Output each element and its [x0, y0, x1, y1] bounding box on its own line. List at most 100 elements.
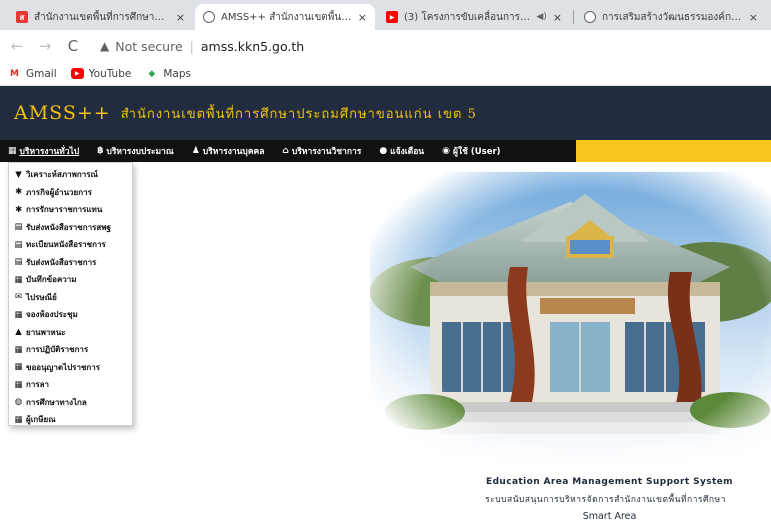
- grid-icon: ▦: [14, 414, 23, 425]
- dropdown-item-label: การลา: [26, 380, 50, 390]
- user-icon: ♟: [191, 146, 200, 156]
- dropdown-item-distance-learning[interactable]: ◍ การศึกษาทางไกล: [9, 394, 132, 412]
- dropdown-item-label: ทะเบียนหนังสือราชการ: [26, 240, 106, 250]
- dropdown-item-situation-analysis[interactable]: ▼ วิเคราะห์สภาพการณ์: [9, 166, 132, 184]
- globe-favicon-icon: [203, 11, 215, 23]
- menu-label: ผู้ใช้ (User): [452, 147, 501, 157]
- grid-icon: ▦: [14, 379, 23, 390]
- tab-divider: [573, 10, 574, 24]
- envelope-icon: ✉: [14, 292, 23, 303]
- tab-title: (3) โครงการขับเคลื่อนการใช้หลัก: [404, 11, 532, 23]
- site-logo-text[interactable]: AMSS++: [14, 102, 111, 124]
- address-bar[interactable]: ▲ Not secure | amss.kkn5.go.th: [94, 34, 654, 58]
- menu-notifications[interactable]: ● แจ้งเตือน: [379, 144, 424, 158]
- main-menu: ▦ บริหารงานทั่วไป ฿ บริหารงบประมาณ ♟ บริ…: [0, 140, 576, 162]
- tab-title: สำนักงานเขตพื้นที่การศึกษาประถมศึกษ: [34, 11, 170, 23]
- dropdown-item-label: รับส่งหนังสือราชการสพฐ: [26, 222, 111, 232]
- asterisk-icon: ✱: [14, 204, 23, 215]
- document-icon: ▤: [14, 222, 23, 233]
- youtube-icon: ▶: [70, 68, 84, 79]
- dropdown-item-obec-documents[interactable]: ▤ รับส่งหนังสือราชการสพฐ: [9, 219, 132, 237]
- security-status[interactable]: Not secure: [115, 39, 182, 54]
- address-separator: |: [189, 38, 194, 54]
- bookmark-maps[interactable]: ◆ Maps: [145, 68, 191, 80]
- browser-toolbar: ← → C ▲ Not secure | amss.kkn5.go.th: [0, 30, 771, 62]
- back-arrow-icon[interactable]: ←: [6, 35, 28, 57]
- bookmark-label: Maps: [163, 67, 191, 80]
- menu-general-admin[interactable]: ▦ บริหารงานทั่วไป: [8, 144, 79, 158]
- dropdown-item-duty-performance[interactable]: ▦ การปฏิบัติราชการ: [9, 341, 132, 359]
- bookmark-label: Gmail: [26, 67, 57, 80]
- dropdown-item-leave[interactable]: ▦ การลา: [9, 376, 132, 394]
- building-illustration: [370, 172, 771, 464]
- user-circle-icon: ◉: [442, 146, 450, 156]
- dropdown-item-label: จองห้องประชุม: [26, 310, 78, 320]
- menu-label: บริหารงบประมาณ: [106, 147, 174, 157]
- menu-label: แจ้งเตือน: [390, 147, 425, 157]
- browser-tab-active[interactable]: AMSS++ สำนักงานเขตพื้นที่การศึกษ ×: [195, 4, 375, 30]
- youtube-favicon-icon: ▶: [386, 11, 398, 23]
- dropdown-item-label: ผู้เกษียณ: [26, 415, 56, 425]
- bookmark-label: YouTube: [88, 67, 132, 80]
- site-header: AMSS++ สำนักงานเขตพื้นที่การศึกษาประถมศึ…: [0, 86, 771, 140]
- system-tagline: Smart Area: [582, 511, 637, 522]
- browser-tab[interactable]: ส สำนักงานเขตพื้นที่การศึกษาประถมศึกษ ×: [8, 4, 193, 30]
- bookmark-gmail[interactable]: M Gmail: [8, 68, 57, 80]
- close-tab-icon[interactable]: ×: [553, 11, 562, 24]
- dropdown-item-label: ภารกิจผู้อำนวยการ: [26, 187, 92, 197]
- dropdown-item-label: บันทึกข้อความ: [26, 275, 77, 285]
- close-tab-icon[interactable]: ×: [358, 11, 367, 24]
- close-tab-icon[interactable]: ×: [176, 11, 185, 24]
- dropdown-item-post[interactable]: ✉ ไปรษณีย์: [9, 289, 132, 307]
- dropdown-item-director-tasks[interactable]: ✱ ภารกิจผู้อำนวยการ: [9, 184, 132, 202]
- menu-label: บริหารงานทั่วไป: [19, 147, 80, 157]
- grid-icon: ▦: [8, 146, 17, 156]
- dropdown-item-official-documents[interactable]: ▤ รับส่งหนังสือราชการ: [9, 254, 132, 272]
- filter-icon: ▼: [15, 169, 22, 180]
- menu-label: บริหารงานวิชาการ: [291, 147, 362, 157]
- dropdown-item-document-registry[interactable]: ▤ ทะเบียนหนังสือราชการ: [9, 236, 132, 254]
- browser-tab[interactable]: การเสริมสร้างวัฒนธรรมองค์กร – ITA ×: [576, 4, 766, 30]
- office-building-photo: [370, 172, 771, 464]
- menu-budget[interactable]: ฿ บริหารงบประมาณ: [97, 144, 174, 158]
- menu-user[interactable]: ◉ ผู้ใช้ (User): [442, 144, 500, 158]
- forward-arrow-icon[interactable]: →: [34, 35, 56, 57]
- menu-personnel[interactable]: ♟ บริหารงานบุคคล: [192, 144, 265, 158]
- dropdown-item-acting-duty[interactable]: ✱ การรักษาราชการแทน: [9, 201, 132, 219]
- grid-icon: ▦: [14, 362, 23, 373]
- browser-tab-strip: ส สำนักงานเขตพื้นที่การศึกษาประถมศึกษ × …: [0, 0, 771, 30]
- dropdown-item-label: ยานพาหนะ: [26, 327, 66, 337]
- grid-icon: ▦: [14, 274, 23, 285]
- system-name-english: Education Area Management Support System: [486, 477, 733, 487]
- road-icon: ▲: [15, 327, 22, 338]
- document-icon: ▤: [14, 257, 23, 268]
- menu-academic[interactable]: ⌂ บริหารงานวิชาการ: [282, 144, 361, 158]
- close-tab-icon[interactable]: ×: [749, 11, 758, 24]
- reload-icon[interactable]: C: [62, 35, 84, 57]
- dropdown-item-label: ไปรษณีย์: [26, 292, 57, 302]
- general-admin-dropdown: ▼ วิเคราะห์สภาพการณ์ ✱ ภารกิจผู้อำนวยการ…: [8, 162, 133, 426]
- dropdown-item-label: รับส่งหนังสือราชการ: [26, 257, 97, 267]
- dropdown-item-label: การปฏิบัติราชการ: [26, 345, 89, 355]
- grid-icon: ▦: [14, 344, 23, 355]
- dropdown-item-travel-permission[interactable]: ▦ ขออนุญาตไปราชการ: [9, 359, 132, 377]
- dropdown-item-memo[interactable]: ▦ บันทึกข้อความ: [9, 271, 132, 289]
- dropdown-item-meeting-room[interactable]: ▦ จองห้องประชุม: [9, 306, 132, 324]
- gmail-icon: M: [10, 68, 19, 79]
- dropdown-item-label: การรักษาราชการแทน: [26, 205, 103, 215]
- warning-icon[interactable]: ▲: [100, 39, 109, 53]
- menu-label: บริหารงานบุคคล: [202, 147, 265, 157]
- organization-name: สำนักงานเขตพื้นที่การศึกษาประถมศึกษาขอนแ…: [120, 106, 477, 122]
- dropdown-item-label: ขออนุญาตไปราชการ: [26, 362, 101, 372]
- document-icon: ▤: [14, 239, 23, 250]
- speaker-icon[interactable]: ◀): [536, 12, 546, 22]
- dropdown-item-retirees[interactable]: ▦ ผู้เกษียณ: [9, 411, 132, 429]
- dropdown-item-label: วิเคราะห์สภาพการณ์: [26, 170, 98, 180]
- url-text[interactable]: amss.kkn5.go.th: [201, 39, 304, 54]
- maps-icon: ◆: [148, 68, 156, 79]
- globe-icon: ◍: [14, 397, 23, 408]
- bookmark-youtube[interactable]: ▶ YouTube: [70, 67, 132, 80]
- dropdown-item-vehicles[interactable]: ▲ ยานพาหนะ: [9, 324, 132, 342]
- browser-tab[interactable]: ▶ (3) โครงการขับเคลื่อนการใช้หลัก ◀) ×: [378, 4, 570, 30]
- info-icon: ●: [379, 146, 388, 156]
